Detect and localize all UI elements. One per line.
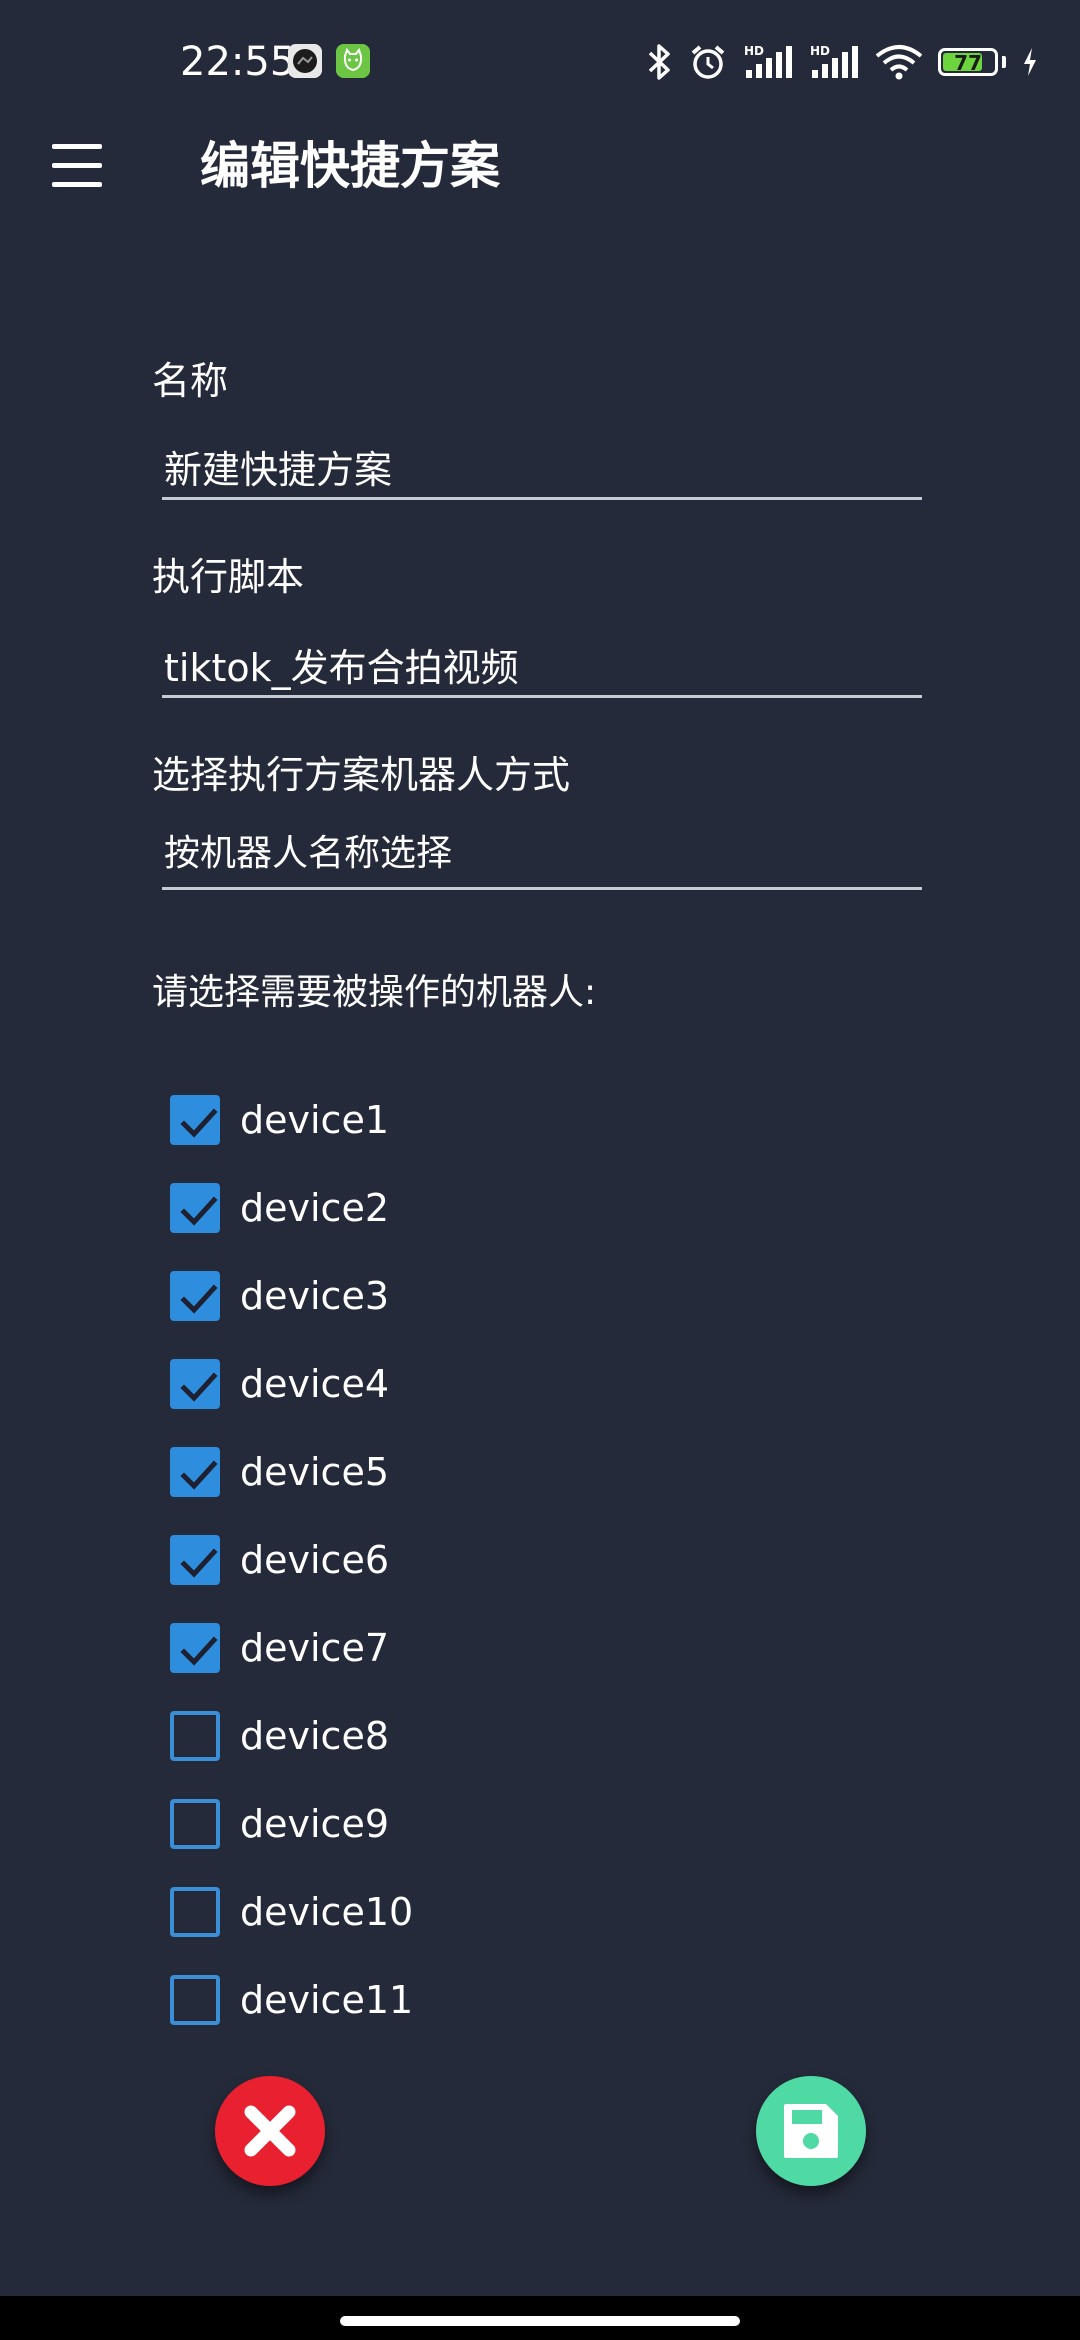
status-time: 22:55	[180, 39, 296, 85]
battery-tip	[1002, 56, 1006, 68]
device-item[interactable]: device5	[170, 1428, 870, 1516]
wifi-icon	[875, 45, 923, 80]
home-indicator[interactable]	[340, 2316, 740, 2326]
checkbox-unchecked[interactable]	[170, 1975, 220, 2025]
device-item[interactable]: device11	[170, 1956, 870, 2044]
checkbox-unchecked[interactable]	[170, 1799, 220, 1849]
device-item[interactable]: device6	[170, 1516, 870, 1604]
name-label: 名称	[152, 359, 229, 403]
checkbox-unchecked[interactable]	[170, 1887, 220, 1937]
charging-icon	[1024, 48, 1036, 76]
checkbox-checked[interactable]	[170, 1535, 220, 1585]
screen: 22:55 HD HD 77 编辑快捷方案 名称 新建快捷方案 执行脚本 tik…	[0, 0, 1080, 2340]
cat-app-icon	[336, 44, 370, 78]
checkbox-checked[interactable]	[170, 1447, 220, 1497]
signal-hd-icon: HD	[744, 44, 792, 78]
hamburger-menu-icon[interactable]	[48, 142, 106, 190]
device-label: device9	[240, 1802, 389, 1846]
device-label: device5	[240, 1450, 389, 1494]
close-x-icon	[244, 2105, 296, 2157]
script-input[interactable]	[162, 634, 922, 698]
name-input[interactable]	[162, 436, 922, 500]
checkmark-icon	[180, 1460, 218, 1490]
page-title: 编辑快捷方案	[200, 137, 500, 195]
mode-select-value: 按机器人名称选择	[164, 833, 453, 874]
device-item[interactable]: device8	[170, 1692, 870, 1780]
checkbox-checked[interactable]	[170, 1359, 220, 1409]
checkbox-checked[interactable]	[170, 1183, 220, 1233]
script-label: 执行脚本	[152, 555, 305, 599]
device-item[interactable]: device1	[170, 1076, 870, 1164]
floppy-save-icon	[784, 2104, 838, 2158]
app-bar: 编辑快捷方案	[0, 124, 1080, 208]
device-list-title: 请选择需要被操作的机器人:	[152, 972, 597, 1013]
checkbox-unchecked[interactable]	[170, 1711, 220, 1761]
device-item[interactable]: device7	[170, 1604, 870, 1692]
cancel-button[interactable]	[215, 2076, 325, 2186]
svg-text:HD: HD	[810, 44, 830, 58]
status-icons: HD HD 77	[644, 36, 1040, 88]
signal-hd-icon: HD	[810, 44, 858, 78]
save-button[interactable]	[756, 2076, 866, 2186]
device-item[interactable]: device3	[170, 1252, 870, 1340]
mode-select[interactable]: 按机器人名称选择	[162, 826, 922, 890]
checkmark-icon	[180, 1108, 218, 1138]
status-bar: 22:55 HD HD 77	[0, 0, 1080, 124]
svg-text:HD: HD	[744, 44, 764, 58]
checkbox-checked[interactable]	[170, 1095, 220, 1145]
system-nav-bar	[0, 2296, 1080, 2340]
checkmark-icon	[180, 1284, 218, 1314]
device-item[interactable]: device2	[170, 1164, 870, 1252]
device-label: device7	[240, 1626, 389, 1670]
checkbox-checked[interactable]	[170, 1271, 220, 1321]
device-item[interactable]: device4	[170, 1340, 870, 1428]
checkbox-checked[interactable]	[170, 1623, 220, 1673]
device-label: device10	[240, 1890, 414, 1934]
checkmark-icon	[180, 1196, 218, 1226]
checkmark-icon	[180, 1372, 218, 1402]
device-list: device1 device2 device3 device4 device5 devic…	[170, 1076, 870, 2044]
device-label: device2	[240, 1186, 389, 1230]
battery-icon: 77	[938, 48, 998, 76]
device-label: device8	[240, 1714, 389, 1758]
device-item[interactable]: device9	[170, 1780, 870, 1868]
bluetooth-icon	[648, 44, 670, 80]
device-label: device11	[240, 1978, 414, 2022]
device-label: device4	[240, 1362, 389, 1406]
battery-level: 77	[954, 51, 982, 75]
device-item[interactable]: device10	[170, 1868, 870, 1956]
checkmark-icon	[180, 1548, 218, 1578]
checkmark-icon	[180, 1636, 218, 1666]
mode-label: 选择执行方案机器人方式	[152, 753, 571, 797]
alarm-icon	[691, 45, 725, 79]
device-label: device1	[240, 1098, 389, 1142]
device-label: device3	[240, 1274, 389, 1318]
camera-app-icon	[288, 44, 322, 78]
device-label: device6	[240, 1538, 389, 1582]
